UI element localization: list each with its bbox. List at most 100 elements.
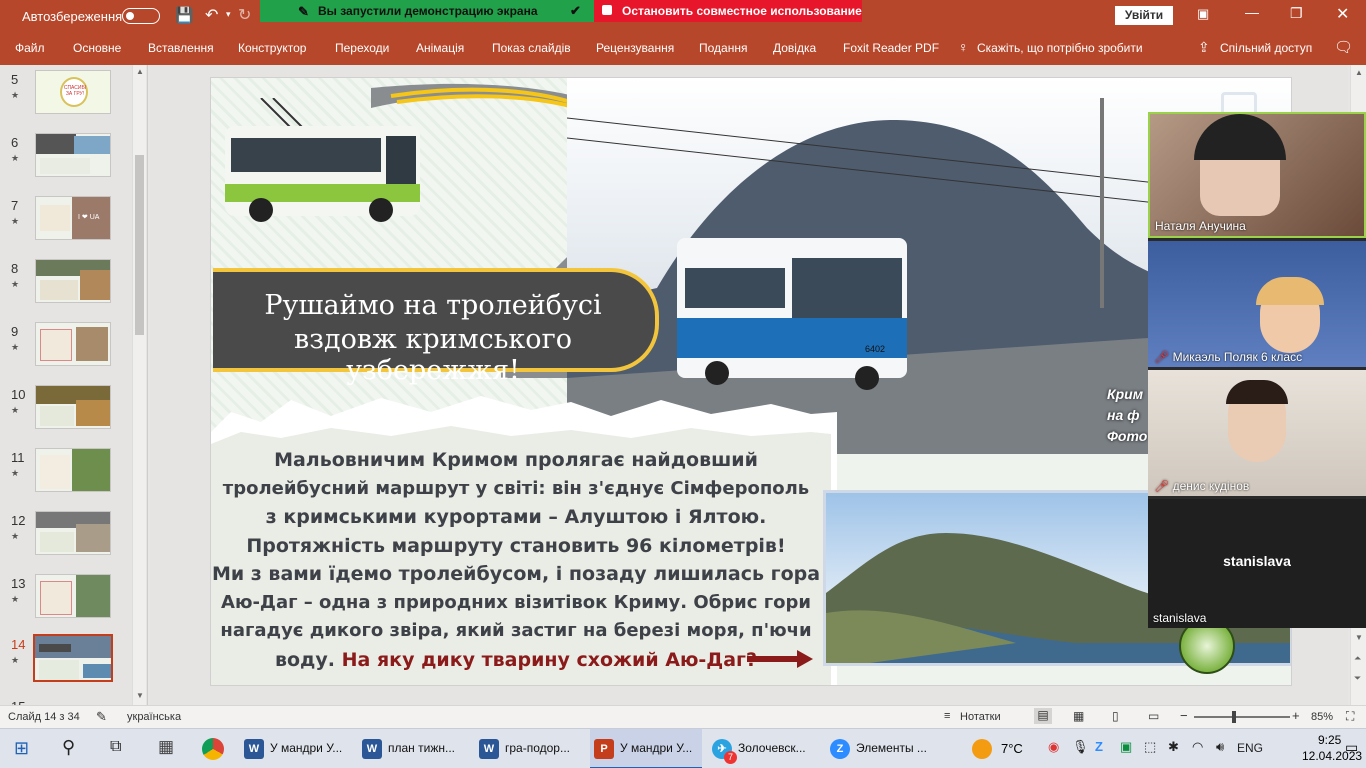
tab-insert[interactable]: Вставлення [148, 41, 214, 55]
weather-icon[interactable] [972, 739, 992, 759]
ribbon-display-icon[interactable]: ▣ [1197, 6, 1209, 22]
normal-view-icon[interactable]: ▤ [1034, 708, 1052, 724]
share-button[interactable]: Спільний доступ [1220, 41, 1312, 55]
stop-sharing-button[interactable]: Остановить совместное использование [594, 0, 862, 22]
muted-mic-icon: 🎤︎ [1154, 479, 1170, 493]
minimize-icon[interactable]: — [1245, 4, 1259, 20]
undo-dropdown-icon[interactable]: ▾ [226, 9, 231, 20]
participant-name: Наталя Анучина [1155, 219, 1246, 233]
animation-star-icon: ★ [11, 153, 20, 163]
thumbnail-slide-12[interactable]: 12 ★ [0, 511, 132, 567]
spell-check-icon[interactable]: ✎ [96, 709, 107, 725]
notes-icon[interactable]: ≡ [944, 710, 950, 722]
zoom-level[interactable]: 85% [1311, 711, 1333, 723]
tab-transitions[interactable]: Переходи [335, 41, 389, 55]
restore-icon[interactable]: ❐ [1290, 5, 1303, 22]
body-line: Мальовничим Кримом пролягає найдовший [274, 449, 758, 471]
share-bar-grip-icon[interactable]: ✎ [298, 4, 309, 20]
taskbar-app-label: план тижн... [388, 741, 455, 755]
redo-icon[interactable]: ↻ [238, 5, 251, 25]
thumbnail-slide-13[interactable]: 13 ★ [0, 574, 132, 630]
slideshow-icon[interactable]: ▭ [1148, 709, 1159, 723]
slide-title-box[interactable]: Рушаймо на тролейбусі вздовж кримського … [213, 268, 659, 386]
slide-sorter-icon[interactable]: ▦ [1073, 709, 1084, 723]
chrome-icon[interactable] [202, 738, 224, 760]
tab-help[interactable]: Довідка [773, 41, 816, 55]
ribbon-tabs: Файл Основне Вставлення Конструктор Пере… [0, 32, 1366, 65]
word-icon: W [244, 739, 264, 759]
language-indicator[interactable]: українська [127, 711, 181, 723]
notification-badge: 7 [724, 751, 737, 764]
participant-tile[interactable]: Наталя Анучина [1148, 112, 1366, 238]
tray-app-icon[interactable]: ▣ [1120, 739, 1132, 755]
network-icon[interactable]: ⬚ [1144, 739, 1156, 755]
tell-me-search[interactable]: Скажіть, що потрібно зробити [977, 41, 1143, 55]
thumbnail-slide-8[interactable]: 8 ★ [0, 259, 132, 315]
weather-temperature[interactable]: 7°C [1001, 741, 1023, 756]
input-language[interactable]: ENG [1237, 741, 1263, 755]
participant-tile[interactable]: 🎤︎ Микаэль Поляк 6 класс [1148, 241, 1366, 367]
thumbnail-slide-10[interactable]: 10 ★ [0, 385, 132, 441]
taskbar-app-telegram[interactable]: ✈ 7 Золочевск... [708, 729, 820, 768]
tab-view[interactable]: Подання [699, 41, 747, 55]
thumbnail-slide-11[interactable]: 11 ★ [0, 448, 132, 504]
save-icon[interactable]: 💾 [175, 6, 194, 24]
sign-in-button[interactable]: Увійти [1115, 6, 1173, 25]
close-icon[interactable]: ✕ [1336, 4, 1349, 24]
thumbnail-slide-15[interactable]: 15 [0, 697, 132, 705]
bluetooth-icon[interactable]: ✱ [1168, 739, 1179, 755]
fit-to-window-icon[interactable]: ⛶ [1346, 709, 1354, 724]
zoom-tray-icon[interactable]: Z [1095, 739, 1103, 754]
tab-review[interactable]: Рецензування [596, 41, 674, 55]
taskbar-app-word-3[interactable]: W гра-подор... [475, 729, 587, 768]
slide-body-text[interactable]: Мальовничим Кримом пролягає найдовший тр… [211, 446, 821, 674]
taskbar-app-word-1[interactable]: W У мандри У... [240, 729, 352, 768]
next-slide-icon[interactable]: ⏷ [1354, 673, 1361, 684]
tab-slideshow[interactable]: Показ слайдів [492, 41, 571, 55]
thumbnail-slide-7[interactable]: 7 ★ I ❤ UA [0, 196, 132, 252]
meeting-video-panel: Наталя Анучина 🎤︎ Микаэль Поляк 6 класс … [1148, 112, 1366, 628]
animation-star-icon: ★ [11, 90, 20, 100]
notes-button[interactable]: Нотатки [960, 711, 1001, 723]
prev-slide-icon[interactable]: ⏶ [1354, 653, 1361, 664]
microphone-icon[interactable]: 🎙︎ [1072, 739, 1089, 755]
tab-foxit[interactable]: Foxit Reader PDF [843, 41, 939, 55]
thumbnail-slide-14[interactable]: 14 ★ [0, 634, 132, 691]
notifications-icon[interactable]: ▭ [1345, 739, 1358, 756]
tray-app-icon[interactable]: ◉ [1048, 739, 1059, 755]
windows-start-icon[interactable]: ⊞ [14, 738, 29, 759]
trolleybus-illustration [225, 98, 420, 222]
thumbnail-slide-6[interactable]: 6 ★ [0, 133, 132, 189]
wifi-icon[interactable]: ◠ [1192, 739, 1203, 755]
thumbnail-slide-9[interactable]: 9 ★ [0, 322, 132, 378]
taskbar-app-word-2[interactable]: W план тижн... [358, 729, 470, 768]
search-icon[interactable]: ⚲ [62, 737, 75, 758]
body-line: Аю-Даг – одна з природних візитівок Крим… [221, 591, 811, 613]
share-icon[interactable]: ⇪ [1198, 39, 1210, 56]
tab-home[interactable]: Основне [73, 41, 121, 55]
participant-tile[interactable]: stanislava stanislava [1148, 499, 1366, 628]
tab-animations[interactable]: Анімація [416, 41, 464, 55]
zoom-out-icon[interactable]: − [1180, 708, 1188, 723]
comments-icon[interactable]: 🗨 [1334, 38, 1353, 56]
tab-design[interactable]: Конструктор [238, 41, 306, 55]
taskbar-app-label: Элементы ... [856, 741, 927, 755]
participant-tile[interactable]: 🎤︎ денис кудінов [1148, 370, 1366, 496]
calculator-icon[interactable]: ▦ [158, 737, 174, 757]
clock-time[interactable]: 9:25 [1318, 733, 1341, 747]
taskbar-app-zoom[interactable]: Z Элементы ... [826, 729, 938, 768]
tab-file[interactable]: Файл [15, 41, 45, 55]
thumbnails-scrollbar[interactable]: ▲ ▼ [132, 65, 146, 705]
undo-icon[interactable]: ↶ [205, 5, 218, 25]
zoom-in-icon[interactable]: + [1292, 708, 1300, 723]
volume-icon[interactable]: 🔊︎ [1216, 739, 1224, 755]
taskbar-app-powerpoint[interactable]: P У мандри У... [590, 729, 702, 768]
body-line: тролейбусний маршрут у світі: він з'єдну… [222, 477, 810, 499]
task-view-icon[interactable]: ⧉ [110, 738, 121, 756]
zoom-slider[interactable] [1194, 711, 1290, 723]
thumbnail-slide-5[interactable]: 5 ★ СПАСИБІ ЗА ГРУ! [0, 70, 132, 126]
thumb-number: 5 [11, 72, 19, 87]
autosave-toggle[interactable] [122, 8, 160, 24]
reading-view-icon[interactable]: ▯ [1112, 709, 1119, 723]
slide-canvas[interactable]: 6402 Крим на ф Фото Рушаймо на тролейбус… [210, 77, 1292, 686]
